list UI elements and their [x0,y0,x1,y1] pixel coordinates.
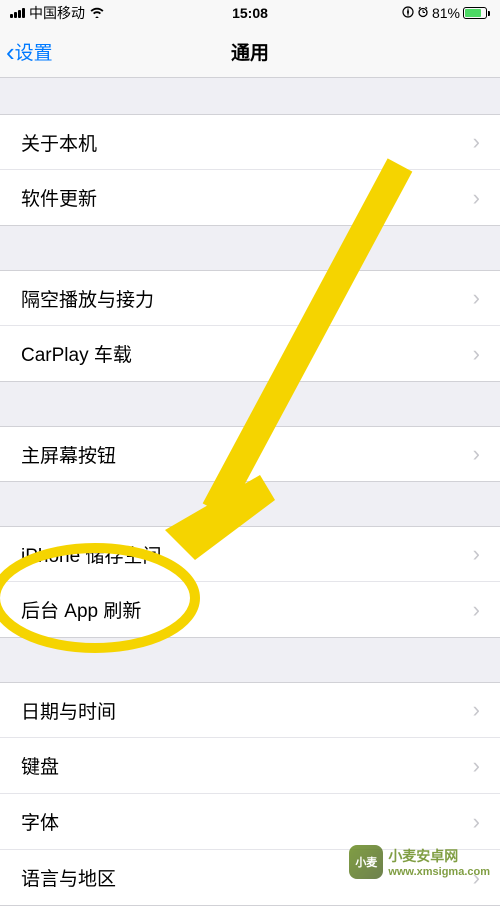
row-label: 语言与地区 [21,864,116,891]
row-keyboard[interactable]: 键盘 › [0,738,500,794]
status-right: 81% [402,5,490,21]
signal-icon [10,8,25,18]
row-home-button[interactable]: 主屏幕按钮 › [0,426,500,482]
page-title: 通用 [231,38,269,65]
carrier-label: 中国移动 [29,3,85,23]
alarm-icon [417,5,429,21]
settings-group: 关于本机 › 软件更新 › [0,114,500,226]
chevron-right-icon: › [473,697,480,723]
row-software-update[interactable]: 软件更新 › [0,170,500,226]
chevron-right-icon: › [473,185,480,211]
row-airplay[interactable]: 隔空播放与接力 › [0,270,500,326]
row-carplay[interactable]: CarPlay 车载 › [0,326,500,382]
status-time: 15:08 [232,5,268,21]
chevron-right-icon: › [473,541,480,567]
battery-icon [463,7,490,19]
watermark: 小麦 小麦安卓网 www.xmsigma.com [349,845,490,879]
row-label: iPhone 储存空间 [21,541,161,568]
chevron-right-icon: › [473,597,480,623]
row-iphone-storage[interactable]: iPhone 储存空间 › [0,526,500,582]
location-icon [402,5,414,21]
back-label: 设置 [15,38,53,65]
row-about[interactable]: 关于本机 › [0,114,500,170]
row-label: 日期与时间 [21,697,116,724]
battery-percent: 81% [432,5,460,21]
row-label: 后台 App 刷新 [21,596,141,623]
chevron-right-icon: › [473,809,480,835]
row-fonts[interactable]: 字体 › [0,794,500,850]
back-button[interactable]: ‹ 设置 [0,38,59,65]
row-label: 字体 [21,808,59,835]
nav-bar: ‹ 设置 通用 [0,26,500,78]
row-date-time[interactable]: 日期与时间 › [0,682,500,738]
row-background-app-refresh[interactable]: 后台 App 刷新 › [0,582,500,638]
chevron-right-icon: › [473,129,480,155]
status-left: 中国移动 [10,3,105,23]
watermark-site: 小麦安卓网 [388,846,490,866]
settings-group: 主屏幕按钮 › [0,426,500,482]
chevron-right-icon: › [473,285,480,311]
chevron-right-icon: › [473,753,480,779]
watermark-url: www.xmsigma.com [388,866,490,878]
chevron-right-icon: › [473,341,480,367]
settings-group: iPhone 储存空间 › 后台 App 刷新 › [0,526,500,638]
status-bar: 中国移动 15:08 81% [0,0,500,26]
chevron-left-icon: ‹ [6,39,15,65]
row-label: CarPlay 车载 [21,340,132,367]
wifi-icon [89,5,105,21]
watermark-text-wrap: 小麦安卓网 www.xmsigma.com [388,846,490,878]
row-label: 键盘 [21,752,59,779]
settings-group: 隔空播放与接力 › CarPlay 车载 › [0,270,500,382]
content: 关于本机›软件更新›隔空播放与接力›CarPlay 车载›主屏幕按钮›iPhon… [0,78,500,906]
watermark-icon: 小麦 [349,845,383,879]
row-label: 软件更新 [21,184,97,211]
chevron-right-icon: › [473,441,480,467]
row-label: 主屏幕按钮 [21,441,116,468]
row-label: 隔空播放与接力 [21,285,154,312]
row-label: 关于本机 [21,129,97,156]
